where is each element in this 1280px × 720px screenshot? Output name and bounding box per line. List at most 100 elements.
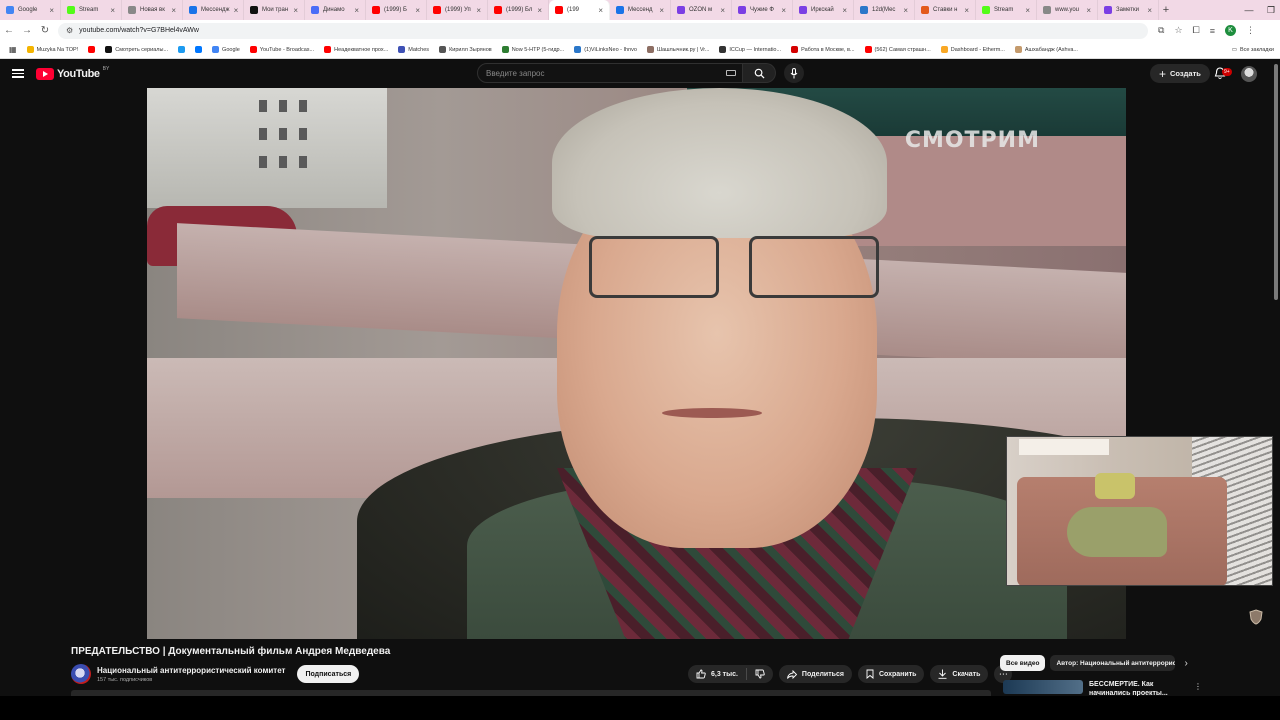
bookmark-item[interactable] xyxy=(190,46,207,53)
bookmark-item[interactable]: Muzyka Na TOP! xyxy=(22,46,84,53)
tab-close-icon[interactable]: × xyxy=(171,6,176,15)
browser-tab[interactable]: Динамо × xyxy=(305,0,366,20)
browser-tab[interactable]: Google × xyxy=(0,0,61,20)
shield-icon[interactable] xyxy=(1249,609,1263,625)
bookmark-item[interactable]: YouTube - Broadcas... xyxy=(245,46,319,53)
tab-close-icon[interactable]: × xyxy=(720,6,725,15)
search-input[interactable]: Введите запрос xyxy=(477,63,743,83)
tab-close-icon[interactable]: × xyxy=(1086,6,1091,15)
channel-avatar[interactable] xyxy=(71,664,91,684)
tab-close-icon[interactable]: × xyxy=(842,6,847,15)
chevron-right-icon[interactable]: › xyxy=(1184,658,1187,669)
browser-tab[interactable]: Stream × xyxy=(976,0,1037,20)
browser-tab[interactable]: Чужие Ф × xyxy=(732,0,793,20)
dislike-button[interactable] xyxy=(747,669,773,679)
bookmark-item[interactable]: Google xyxy=(207,46,245,53)
browser-tab[interactable]: Заметки × xyxy=(1098,0,1159,20)
reload-icon[interactable]: ↻ xyxy=(36,25,54,36)
download-button[interactable]: Скачать xyxy=(930,665,989,683)
maximize-icon[interactable]: ❐ xyxy=(1258,0,1280,20)
like-button[interactable]: 6,3 тыс. xyxy=(688,668,747,680)
bookmark-item[interactable]: (562) Самая страшн... xyxy=(860,46,936,53)
tab-close-icon[interactable]: × xyxy=(110,6,115,15)
tab-close-icon[interactable]: × xyxy=(537,6,542,15)
apps-icon[interactable]: ▦ xyxy=(4,45,22,54)
bookmark-item[interactable]: Matches xyxy=(393,46,434,53)
video-player[interactable]: СМОТРИМ xyxy=(147,88,1126,639)
channel-name[interactable]: Национальный антитеррористический комите… xyxy=(97,666,285,675)
tab-close-icon[interactable]: × xyxy=(903,6,908,15)
browser-tab[interactable]: (1999) Б × xyxy=(366,0,427,20)
browser-tab[interactable]: (199 × xyxy=(549,0,610,20)
bookmark-item[interactable]: Работа в Москве, в... xyxy=(786,46,859,53)
bookmark-item[interactable]: Неадекватное прох... xyxy=(319,46,393,53)
all-bookmarks-button[interactable]: ▭ Все закладки xyxy=(1232,47,1280,53)
bookmark-label: Смотреть сериалы... xyxy=(115,46,169,53)
browser-tab[interactable]: Ставки н × xyxy=(915,0,976,20)
bookmark-star-icon[interactable]: ☆ xyxy=(1174,25,1182,36)
bookmark-favicon-icon xyxy=(26,46,34,53)
tab-close-icon[interactable]: × xyxy=(598,6,603,15)
notification-badge: 9+ xyxy=(1222,68,1232,76)
create-button[interactable]: + Создать xyxy=(1150,64,1210,83)
browser-tab[interactable]: (1999) Уп × xyxy=(427,0,488,20)
bookmark-item[interactable]: Смотреть сериалы... xyxy=(100,46,173,53)
tab-close-icon[interactable]: × xyxy=(354,6,359,15)
bookmark-item[interactable]: Шашлычник.ру | Vr... xyxy=(642,46,714,53)
youtube-logo[interactable]: YouTube BY xyxy=(36,66,109,80)
new-tab-icon[interactable]: + xyxy=(1159,4,1173,16)
filter-chip[interactable]: Автор: Национальный антитеррористический… xyxy=(1050,655,1176,671)
picture-in-picture-player[interactable] xyxy=(1006,436,1273,586)
sidebar-icon[interactable]: ≡ xyxy=(1210,26,1215,36)
page-scrollbar[interactable] xyxy=(1274,64,1278,300)
filter-chip[interactable]: Все видео xyxy=(1000,655,1046,671)
back-icon[interactable]: ← xyxy=(0,25,18,36)
browser-tab[interactable]: www.you × xyxy=(1037,0,1098,20)
profile-avatar[interactable]: K xyxy=(1224,25,1236,36)
browser-tab[interactable]: Мессендж × xyxy=(183,0,244,20)
browser-tab[interactable]: OZON м × xyxy=(671,0,732,20)
voice-search-button[interactable] xyxy=(784,63,804,83)
bookmark-item[interactable]: (1)ViLinksNeo - Ihnvo xyxy=(569,46,642,53)
browser-tab[interactable]: Иркскай × xyxy=(793,0,854,20)
bookmark-item[interactable]: Now 5-HTP (5-гидр... xyxy=(497,46,570,53)
tab-close-icon[interactable]: × xyxy=(964,6,969,15)
browser-tab[interactable]: 12d(Мес × xyxy=(854,0,915,20)
browser-tab[interactable]: Мои тран × xyxy=(244,0,305,20)
browser-tab[interactable]: Stream × xyxy=(61,0,122,20)
bookmark-item[interactable] xyxy=(83,46,100,53)
save-button[interactable]: Сохранить xyxy=(857,665,925,683)
search-button[interactable] xyxy=(743,63,776,83)
browser-tab[interactable]: Новая вк × xyxy=(122,0,183,20)
tab-close-icon[interactable]: × xyxy=(293,6,298,15)
bookmark-item[interactable]: Кирилл Зырянов xyxy=(434,46,497,53)
account-avatar[interactable] xyxy=(1241,66,1257,82)
tab-close-icon[interactable]: × xyxy=(781,6,786,15)
recommended-thumbnail[interactable] xyxy=(1003,680,1083,694)
tab-close-icon[interactable]: × xyxy=(49,6,54,15)
share-button[interactable]: Поделиться xyxy=(778,665,852,683)
extensions-icon[interactable]: ⧠ xyxy=(1193,25,1200,36)
bookmark-item[interactable] xyxy=(173,46,190,53)
recommended-more-icon[interactable]: ⋮ xyxy=(1194,682,1202,691)
tab-close-icon[interactable]: × xyxy=(1025,6,1030,15)
bookmark-item[interactable]: Dashboard - Etherm... xyxy=(936,46,1010,53)
tab-close-icon[interactable]: × xyxy=(1147,6,1152,15)
tab-close-icon[interactable]: × xyxy=(659,6,664,15)
tab-close-icon[interactable]: × xyxy=(234,6,239,15)
bookmark-item[interactable]: Ашхабандж (Ashva... xyxy=(1010,46,1083,53)
bookmark-item[interactable]: ICCup — Internatio... xyxy=(714,46,786,53)
tab-close-icon[interactable]: × xyxy=(476,6,481,15)
menu-hamburger-icon[interactable] xyxy=(12,69,24,78)
menu-icon[interactable]: ⋮ xyxy=(1246,25,1255,36)
url-field[interactable]: ⚙ youtube.com/watch?v=G7BHel4vAWw xyxy=(58,22,1148,39)
forward-icon[interactable]: → xyxy=(18,25,36,36)
keyboard-icon[interactable] xyxy=(726,70,736,76)
install-icon[interactable]: ⧉ xyxy=(1158,25,1164,36)
logo-text: YouTube xyxy=(57,67,100,80)
browser-tab[interactable]: Мессенд × xyxy=(610,0,671,20)
browser-tab[interactable]: (1999) Бл × xyxy=(488,0,549,20)
site-info-icon[interactable]: ⚙ xyxy=(66,26,73,35)
tab-close-icon[interactable]: × xyxy=(415,6,420,15)
subscribe-button[interactable]: Подписаться xyxy=(297,665,360,683)
